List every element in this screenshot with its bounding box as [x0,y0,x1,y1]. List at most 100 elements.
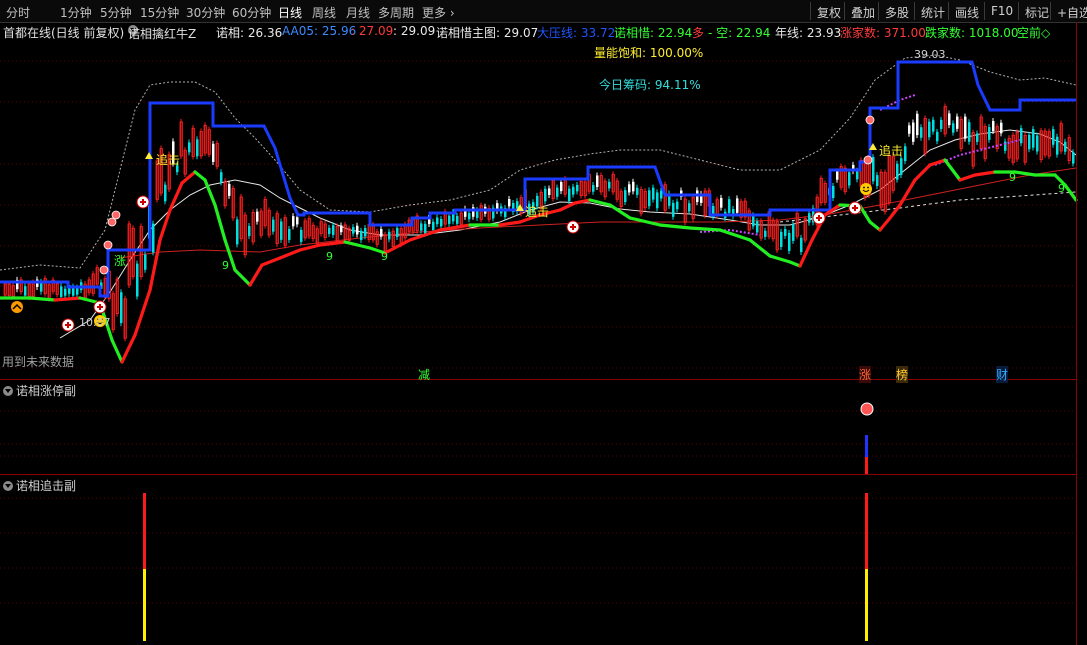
tag-zhang-text: 涨 [859,368,872,382]
candle-body-down [940,119,943,130]
candle-body-down [144,254,147,270]
pane-separator-1 [0,379,1077,380]
candle-body-down [296,217,299,225]
candle-body-down [236,219,239,245]
signal-drop-icon [863,155,873,165]
support-segment [588,198,612,207]
limit-up-bar-blue [865,435,868,457]
candle-body-down [988,127,991,140]
candle-body-down [432,221,435,231]
candle-body-down [364,228,367,237]
candle-body-down [436,217,439,225]
support-segment [343,240,372,250]
candle-body-down [572,186,575,195]
candle-body-down [968,122,971,142]
support-segment [278,248,302,260]
candle-body-down [300,229,303,242]
candle-body-down [856,170,859,180]
support-segment [608,203,632,220]
chase-bar-red [143,493,146,569]
nine-label-3: 9 [381,250,388,263]
candle-body-down [936,131,939,142]
candle-body-down [468,213,471,220]
support-segment [718,228,752,242]
candle-body-down [256,211,259,222]
signal-drop-icon [99,265,109,275]
candle-body-down [288,228,291,240]
candle-body-down [956,116,959,129]
pane-separator-2 [0,474,1077,475]
candle-body-down [832,185,835,198]
candle-body-down [396,227,399,238]
sub-pane-1-header[interactable]: 诺相涨停副 [3,382,76,399]
candle-body-down [788,232,791,251]
candle-body-down [848,172,851,186]
candle-body-down [792,224,795,241]
candle-body-down [948,113,951,126]
candle-body-down [456,215,459,224]
support-segment [213,203,227,242]
candle-body-down [1056,136,1059,155]
nine-label-2: 9 [326,250,333,263]
candle-body-down [340,225,343,233]
zhuiji-label-3: 追击 [879,144,904,158]
candle-body-down [272,219,275,232]
support-segment [110,338,124,364]
candle-body-down [544,188,547,202]
signal-drop-icon [111,210,121,220]
candle-body-down [632,181,635,192]
limit-up-ball-icon [860,402,874,416]
candle-body-down [728,199,731,213]
candle-body-down [152,223,155,253]
candle-body-down [440,218,443,227]
candle-body-down [1036,135,1039,152]
nine-label-5: 9 [1058,182,1065,195]
candle-body-down [556,187,559,197]
grid-lines [0,60,1076,604]
support-segment [53,296,82,302]
candle-body-down [912,122,915,142]
candle-body-down [164,184,167,202]
nine-label-4: 9 [1009,171,1016,184]
candle-body-down [568,188,571,202]
chart-canvas [0,54,1078,641]
chase-bar-red [865,493,868,569]
support-segment [248,263,264,287]
high-price-label: 39.03 [914,48,946,61]
candle-body-down [920,127,923,138]
limit-up-bar-red [865,457,868,475]
candle-body-down [992,121,995,132]
candle-body-down [964,116,967,139]
candle-body-down [560,182,563,192]
candle-body-down [188,142,191,153]
candle-body-down [576,184,579,192]
smiley-eye [863,186,865,189]
candle-body-down [508,199,511,207]
candle-body-down [908,125,911,134]
tag-bang-text: 榜 [896,368,909,382]
candle-body-down [952,123,955,133]
candle-body-down [876,175,879,187]
candle-body-down [1072,152,1075,164]
support-segment [878,216,892,232]
candle-body-down [248,225,251,237]
sub-pane-2-header[interactable]: 诺相追击副 [3,477,76,494]
candle-body-down [1032,129,1035,148]
zhuiji-label-2: 追击 [525,205,550,219]
candle-body-down [900,158,903,175]
triangle-up-icon [145,152,153,159]
candle-body-down [592,185,595,192]
candle-body-down [596,175,599,187]
candle-body-down [448,215,451,224]
candle-body-down [688,203,691,212]
support-segment [943,158,962,182]
candle-body-down [1064,141,1067,152]
tag-cai-text: 财 [996,368,1009,382]
low-price-label: 10.07 [79,316,111,329]
candle-body-down [676,201,679,210]
support-segment [788,260,802,268]
chase-bar-yellow [865,569,868,641]
support-segment [120,333,137,364]
tag-jian: 减 [418,366,430,383]
candle-body-down [784,229,787,236]
